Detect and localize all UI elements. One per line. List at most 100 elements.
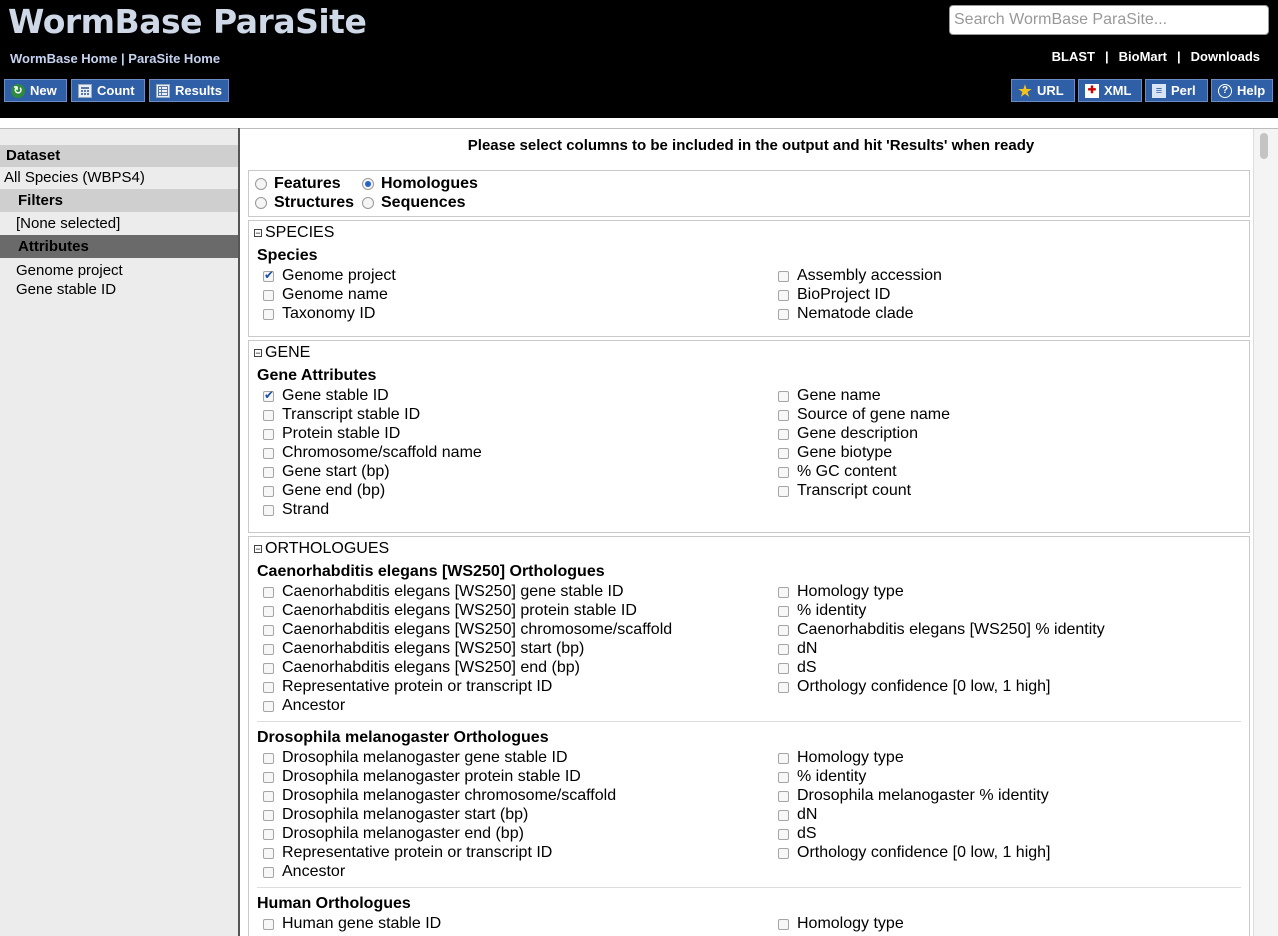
- new-button[interactable]: ↻ New: [4, 79, 67, 102]
- checkbox[interactable]: [778, 809, 789, 821]
- collapse-icon[interactable]: −: [254, 349, 262, 358]
- checkbox-option[interactable]: Protein stable ID: [263, 425, 400, 443]
- sidebar-dataset-value[interactable]: All Species (WBPS4): [0, 167, 238, 189]
- species-section-header[interactable]: − SPECIES: [254, 224, 334, 242]
- radio-button[interactable]: [362, 197, 374, 209]
- checkbox[interactable]: [778, 605, 789, 617]
- checkbox-option[interactable]: Gene start (bp): [263, 463, 390, 481]
- checkbox[interactable]: [778, 918, 789, 930]
- checkbox-option[interactable]: Genome project: [263, 267, 396, 285]
- checkbox-option[interactable]: Genome name: [263, 286, 388, 304]
- checkbox[interactable]: [778, 466, 789, 478]
- radio-button-selected[interactable]: [362, 178, 374, 190]
- checkbox-option[interactable]: Source of gene name: [778, 406, 950, 424]
- checkbox[interactable]: [778, 308, 789, 320]
- checkbox-option[interactable]: Drosophila melanogaster start (bp): [263, 806, 528, 824]
- checkbox-option[interactable]: Representative protein or transcript ID: [263, 844, 552, 862]
- sidebar-dataset-heading[interactable]: Dataset: [0, 145, 238, 167]
- checkbox-option[interactable]: Homology type: [778, 749, 904, 767]
- wormbase-parasite-logo[interactable]: WormBase ParaSite: [8, 2, 367, 41]
- checkbox[interactable]: [263, 918, 274, 930]
- checkbox-option[interactable]: Orthology confidence [0 low, 1 high]: [778, 844, 1051, 862]
- checkbox[interactable]: [263, 866, 274, 878]
- radio-features[interactable]: Features: [255, 175, 341, 193]
- url-button[interactable]: ★ URL: [1011, 79, 1075, 102]
- checkbox-option[interactable]: Transcript stable ID: [263, 406, 420, 424]
- checkbox[interactable]: [778, 428, 789, 440]
- sidebar-attributes-heading[interactable]: Attributes: [0, 235, 238, 258]
- checkbox-option[interactable]: Homology type: [778, 915, 904, 933]
- checkbox[interactable]: [778, 790, 789, 802]
- checkbox-option[interactable]: Caenorhabditis elegans [WS250] protein s…: [263, 602, 637, 620]
- checkbox[interactable]: [263, 466, 274, 478]
- checkbox-option[interactable]: % GC content: [778, 463, 897, 481]
- checkbox[interactable]: [778, 662, 789, 674]
- checkbox-option[interactable]: Gene stable ID: [263, 387, 389, 405]
- checkbox-option[interactable]: Drosophila melanogaster % identity: [778, 787, 1049, 805]
- checkbox[interactable]: [263, 308, 274, 320]
- checkbox-option[interactable]: Representative protein or transcript ID: [263, 678, 552, 696]
- scrollbar-thumb[interactable]: [1260, 133, 1268, 159]
- checkbox-option[interactable]: Caenorhabditis elegans [WS250] chromosom…: [263, 621, 672, 639]
- checkbox[interactable]: [263, 447, 274, 459]
- checkbox[interactable]: [778, 270, 789, 282]
- checkbox-option[interactable]: dS: [778, 825, 817, 843]
- checkbox-option[interactable]: dN: [778, 640, 817, 658]
- gene-section-header[interactable]: − GENE: [254, 344, 310, 362]
- checkbox[interactable]: [263, 485, 274, 497]
- parasite-home-link[interactable]: ParaSite Home: [128, 51, 220, 66]
- checkbox[interactable]: [778, 752, 789, 764]
- checkbox-option[interactable]: BioProject ID: [778, 286, 890, 304]
- checkbox[interactable]: [263, 681, 274, 693]
- checkbox-option[interactable]: Ancestor: [263, 697, 345, 715]
- checkbox[interactable]: [778, 828, 789, 840]
- radio-structures[interactable]: Structures: [255, 194, 354, 212]
- checkbox[interactable]: [263, 586, 274, 598]
- checkbox[interactable]: [778, 485, 789, 497]
- checkbox-option[interactable]: Nematode clade: [778, 305, 914, 323]
- checkbox[interactable]: [263, 771, 274, 783]
- checkbox-option[interactable]: Assembly accession: [778, 267, 942, 285]
- collapse-icon[interactable]: −: [254, 229, 262, 238]
- checkbox-option[interactable]: dN: [778, 806, 817, 824]
- checkbox-option[interactable]: Homology type: [778, 583, 904, 601]
- checkbox[interactable]: [263, 643, 274, 655]
- checkbox[interactable]: [263, 828, 274, 840]
- checkbox-option[interactable]: dS: [778, 659, 817, 677]
- checkbox-option[interactable]: Drosophila melanogaster chromosome/scaff…: [263, 787, 616, 805]
- checkbox-option[interactable]: Human gene stable ID: [263, 915, 441, 933]
- collapse-icon[interactable]: −: [254, 545, 262, 554]
- orthologues-section-header[interactable]: − ORTHOLOGUES: [254, 540, 389, 558]
- help-button[interactable]: ? Help: [1211, 79, 1273, 102]
- checkbox-option[interactable]: Gene end (bp): [263, 482, 385, 500]
- checkbox[interactable]: [778, 586, 789, 598]
- checkbox[interactable]: [263, 700, 274, 712]
- count-button[interactable]: Count: [71, 79, 145, 102]
- checkbox[interactable]: [263, 662, 274, 674]
- checkbox-option[interactable]: Drosophila melanogaster gene stable ID: [263, 749, 568, 767]
- perl-button[interactable]: ≡ Perl: [1145, 79, 1208, 102]
- checkbox-option[interactable]: Caenorhabditis elegans [WS250] % identit…: [778, 621, 1105, 639]
- checkbox-option[interactable]: Gene name: [778, 387, 881, 405]
- checkbox-option[interactable]: Gene biotype: [778, 444, 892, 462]
- checkbox-option[interactable]: Transcript count: [778, 482, 911, 500]
- checkbox[interactable]: [263, 624, 274, 636]
- checkbox-option[interactable]: Chromosome/scaffold name: [263, 444, 482, 462]
- checkbox-option[interactable]: Taxonomy ID: [263, 305, 375, 323]
- checkbox[interactable]: [778, 847, 789, 859]
- checkbox[interactable]: [778, 771, 789, 783]
- checkbox[interactable]: [778, 624, 789, 636]
- checkbox-option[interactable]: Caenorhabditis elegans [WS250] end (bp): [263, 659, 580, 677]
- checkbox[interactable]: [263, 752, 274, 764]
- checkbox[interactable]: [263, 428, 274, 440]
- checkbox-option[interactable]: % identity: [778, 602, 866, 620]
- checkbox[interactable]: [263, 289, 274, 301]
- checkbox-option[interactable]: Strand: [263, 501, 329, 519]
- radio-sequences[interactable]: Sequences: [362, 194, 465, 212]
- checkbox[interactable]: [263, 409, 274, 421]
- wormbase-home-link[interactable]: WormBase Home: [10, 51, 117, 66]
- checkbox-option[interactable]: Orthology confidence [0 low, 1 high]: [778, 678, 1051, 696]
- checkbox-option[interactable]: Ancestor: [263, 863, 345, 881]
- checkbox[interactable]: [263, 605, 274, 617]
- blast-link[interactable]: BLAST: [1052, 49, 1095, 64]
